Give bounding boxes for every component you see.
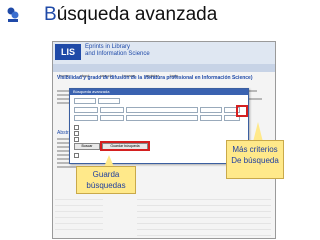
left-panel — [55, 194, 103, 234]
field-select[interactable] — [200, 107, 222, 113]
operator-select[interactable] — [100, 115, 124, 121]
callout-more-criteria: Más criterios De búsqueda — [226, 140, 284, 179]
highlight-more-criteria — [236, 105, 248, 117]
operator-select[interactable] — [100, 107, 124, 113]
elis-logo: LIS — [55, 44, 81, 60]
callout-criteria-text: Más criterios De búsqueda — [231, 145, 279, 165]
elis-site-name: Eprints in Library and Information Scien… — [85, 44, 150, 58]
results-list — [137, 194, 271, 236]
callout-tail — [253, 122, 263, 142]
checkbox[interactable] — [74, 137, 79, 142]
doc-title[interactable]: Visibilidad y grado de difusión de la li… — [57, 75, 271, 81]
highlight-save-search — [100, 141, 150, 151]
title-rest: úsqueda avanzada — [56, 4, 218, 25]
field-select[interactable] — [74, 107, 98, 113]
field-select[interactable] — [74, 98, 96, 104]
field-select[interactable] — [74, 115, 98, 121]
checkbox[interactable] — [74, 153, 79, 158]
search-term-input[interactable] — [126, 115, 198, 121]
title-initial: B — [44, 4, 57, 25]
list-item[interactable] — [137, 230, 271, 236]
advanced-search-dialog: Búsqueda avanzada Buscar Guardar búsqued… — [69, 88, 249, 164]
field-select[interactable] — [200, 115, 222, 121]
callout-save-text: Guarda búsquedas — [86, 170, 126, 190]
elis-line2: and Information Science — [85, 51, 150, 57]
checkbox[interactable] — [74, 131, 79, 136]
dialog-body: Buscar Guardar búsqueda — [70, 95, 248, 163]
logo-icon — [7, 7, 19, 22]
page-title: Búsqueda avanzada — [44, 4, 217, 26]
field-select[interactable] — [98, 98, 120, 104]
list-item[interactable] — [55, 224, 103, 230]
elis-line1: Eprints in Library — [85, 44, 131, 50]
elis-navbar: home about search browse register login — [53, 64, 275, 78]
callout-save-searches: Guarda búsquedas — [76, 166, 136, 194]
search-term-input[interactable] — [126, 107, 198, 113]
search-button[interactable]: Buscar — [74, 143, 100, 150]
checkbox[interactable] — [74, 125, 79, 130]
